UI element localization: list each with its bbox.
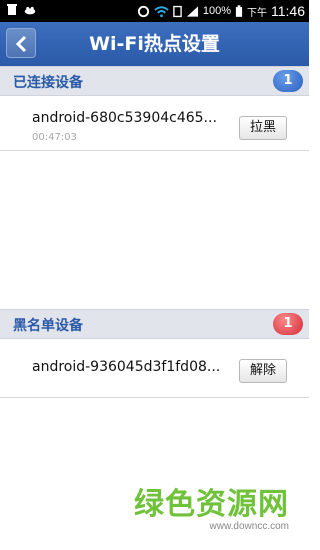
connected-device-row: android-680c53904c465... 00:47:03 拉黑: [0, 96, 309, 151]
connected-count-badge: 1: [273, 70, 303, 92]
connected-section-title: 已连接设备: [13, 75, 83, 91]
status-right: 100% 下午 11:46: [137, 3, 305, 19]
blacklist-device-row: android-936045d3f1fd08... 解除: [0, 339, 309, 398]
clock: 11:46: [271, 3, 305, 19]
connected-section-header: 已连接设备 1: [0, 66, 309, 96]
blacklist-section-title: 黑名单设备: [13, 318, 83, 334]
trash-icon: [7, 4, 17, 15]
battery-percent: 100%: [202, 5, 231, 17]
title-bar: Wi-Fi热点设置: [0, 22, 309, 68]
signal-icon: [186, 5, 198, 17]
wifi-icon: [154, 5, 169, 17]
status-left: [6, 3, 36, 16]
watermark: 绿色资源网 www.downcc.com: [134, 479, 289, 532]
sim-icon: [173, 5, 182, 17]
unblock-button[interactable]: 解除: [239, 359, 287, 383]
battery-icon: [235, 4, 243, 17]
device-name: android-680c53904c465...: [32, 110, 217, 126]
back-button[interactable]: [6, 28, 36, 58]
page-title: Wi-Fi热点设置: [89, 33, 220, 55]
blacklist-section-header: 黑名单设备 1: [0, 309, 309, 339]
status-bar: 100% 下午 11:46: [0, 0, 309, 22]
block-button[interactable]: 拉黑: [239, 116, 287, 140]
device-name: android-936045d3f1fd08...: [32, 359, 221, 375]
connection-duration: 00:47:03: [32, 132, 77, 143]
sync-icon: [137, 5, 149, 17]
time-period: 下午: [247, 7, 267, 19]
blacklist-count-badge: 1: [273, 313, 303, 335]
watermark-text: 绿色资源网: [134, 487, 289, 522]
android-icon: [24, 6, 36, 15]
chevron-left-icon: [15, 35, 27, 53]
